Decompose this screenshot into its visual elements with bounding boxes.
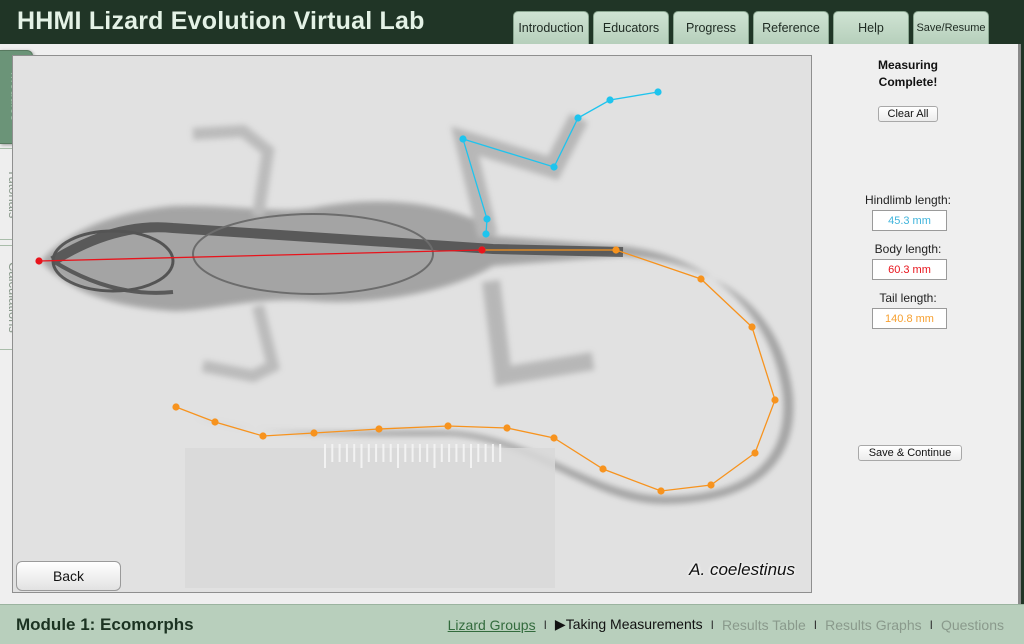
status-line-2: Complete!	[878, 75, 938, 89]
tab-save-resume[interactable]: Save/Resume	[913, 11, 989, 44]
tail-length-label: Tail length:	[879, 291, 937, 305]
hindlimb-measurement-point[interactable]	[574, 114, 582, 122]
crumb-results-table: Results Table	[721, 616, 806, 633]
tail-measurement-point[interactable]	[599, 465, 607, 473]
tab-reference[interactable]: Reference	[753, 11, 829, 44]
tail-length-field: 140.8 mm	[872, 308, 947, 329]
tab-progress[interactable]: Progress	[673, 11, 749, 44]
tail-measurement-point[interactable]	[444, 422, 452, 430]
back-button[interactable]: Back	[16, 561, 121, 591]
module-breadcrumb: Lizard Groups I ▶Taking Measurements I R…	[448, 616, 1004, 633]
hindlimb-measurement-point[interactable]	[654, 88, 662, 96]
crumb-separator: I	[543, 617, 547, 632]
hindlimb-measurement-point[interactable]	[482, 230, 490, 238]
module-footer: Module 1: Ecomorphs Lizard Groups I ▶Tak…	[0, 604, 1024, 644]
crumb-results-graphs: Results Graphs	[825, 616, 922, 633]
tail-measurement-point[interactable]	[751, 449, 759, 457]
app-header: HHMI Lizard Evolution Virtual Lab Introd…	[0, 0, 1024, 44]
scale-ruler	[185, 448, 555, 588]
tail-measurement-point[interactable]	[748, 323, 756, 331]
crumb-separator: I	[929, 617, 933, 632]
tab-educators[interactable]: Educators	[593, 11, 669, 44]
xray-image-area[interactable]: A. coelestinus	[12, 55, 812, 593]
tail-measurement-point[interactable]	[707, 481, 715, 489]
tail-measurement-point[interactable]	[310, 429, 318, 437]
tail-measurement-point[interactable]	[375, 425, 383, 433]
hindlimb-length-label: Hindlimb length:	[864, 193, 952, 207]
xray-canvas[interactable]	[13, 56, 812, 593]
hindlimb-measurement-point[interactable]	[606, 96, 614, 104]
tail-measurement-point[interactable]	[259, 432, 267, 440]
app-title: HHMI Lizard Evolution Virtual Lab	[17, 7, 425, 35]
hindlimb-measurement-point[interactable]	[550, 163, 558, 171]
species-label: A. coelestinus	[689, 560, 795, 579]
body-length-label: Body length:	[874, 242, 942, 256]
tail-measurement-point[interactable]	[211, 418, 219, 426]
crumb-taking-measurements: ▶Taking Measurements	[554, 616, 703, 632]
clear-all-button[interactable]: Clear All	[878, 106, 938, 122]
tail-measurement-point[interactable]	[172, 403, 180, 411]
tail-measurement-point[interactable]	[503, 424, 511, 432]
tail-measurement-point[interactable]	[697, 275, 705, 283]
lizard-xray-image	[41, 113, 794, 504]
tab-help[interactable]: Help	[833, 11, 909, 44]
tab-introduction[interactable]: Introduction	[513, 11, 589, 44]
crumb-lizard-groups[interactable]: Lizard Groups	[448, 617, 536, 633]
module-title: Module 1: Ecomorphs	[16, 615, 194, 634]
hindlimb-measurement-point[interactable]	[483, 215, 491, 223]
body-measurement-point[interactable]	[478, 246, 486, 254]
hindlimb-length-field: 45.3 mm	[872, 210, 947, 231]
tail-measurement-point[interactable]	[550, 434, 558, 442]
body-length-field: 60.3 mm	[872, 259, 947, 280]
hindlimb-measurement-point[interactable]	[459, 135, 467, 143]
measurement-panel: Measuring Complete! Clear All Hindlimb l…	[820, 56, 996, 461]
crumb-separator: I	[813, 617, 818, 632]
tail-measurement-point[interactable]	[771, 396, 779, 404]
tail-measurement-point[interactable]	[612, 246, 620, 254]
save-continue-button[interactable]: Save & Continue	[858, 445, 962, 461]
crumb-separator: I	[710, 617, 714, 632]
status-line-1: Measuring	[877, 58, 938, 72]
crumb-questions: Questions	[940, 616, 1004, 633]
tail-measurement-point[interactable]	[657, 487, 665, 495]
body-measurement-point[interactable]	[35, 257, 43, 265]
